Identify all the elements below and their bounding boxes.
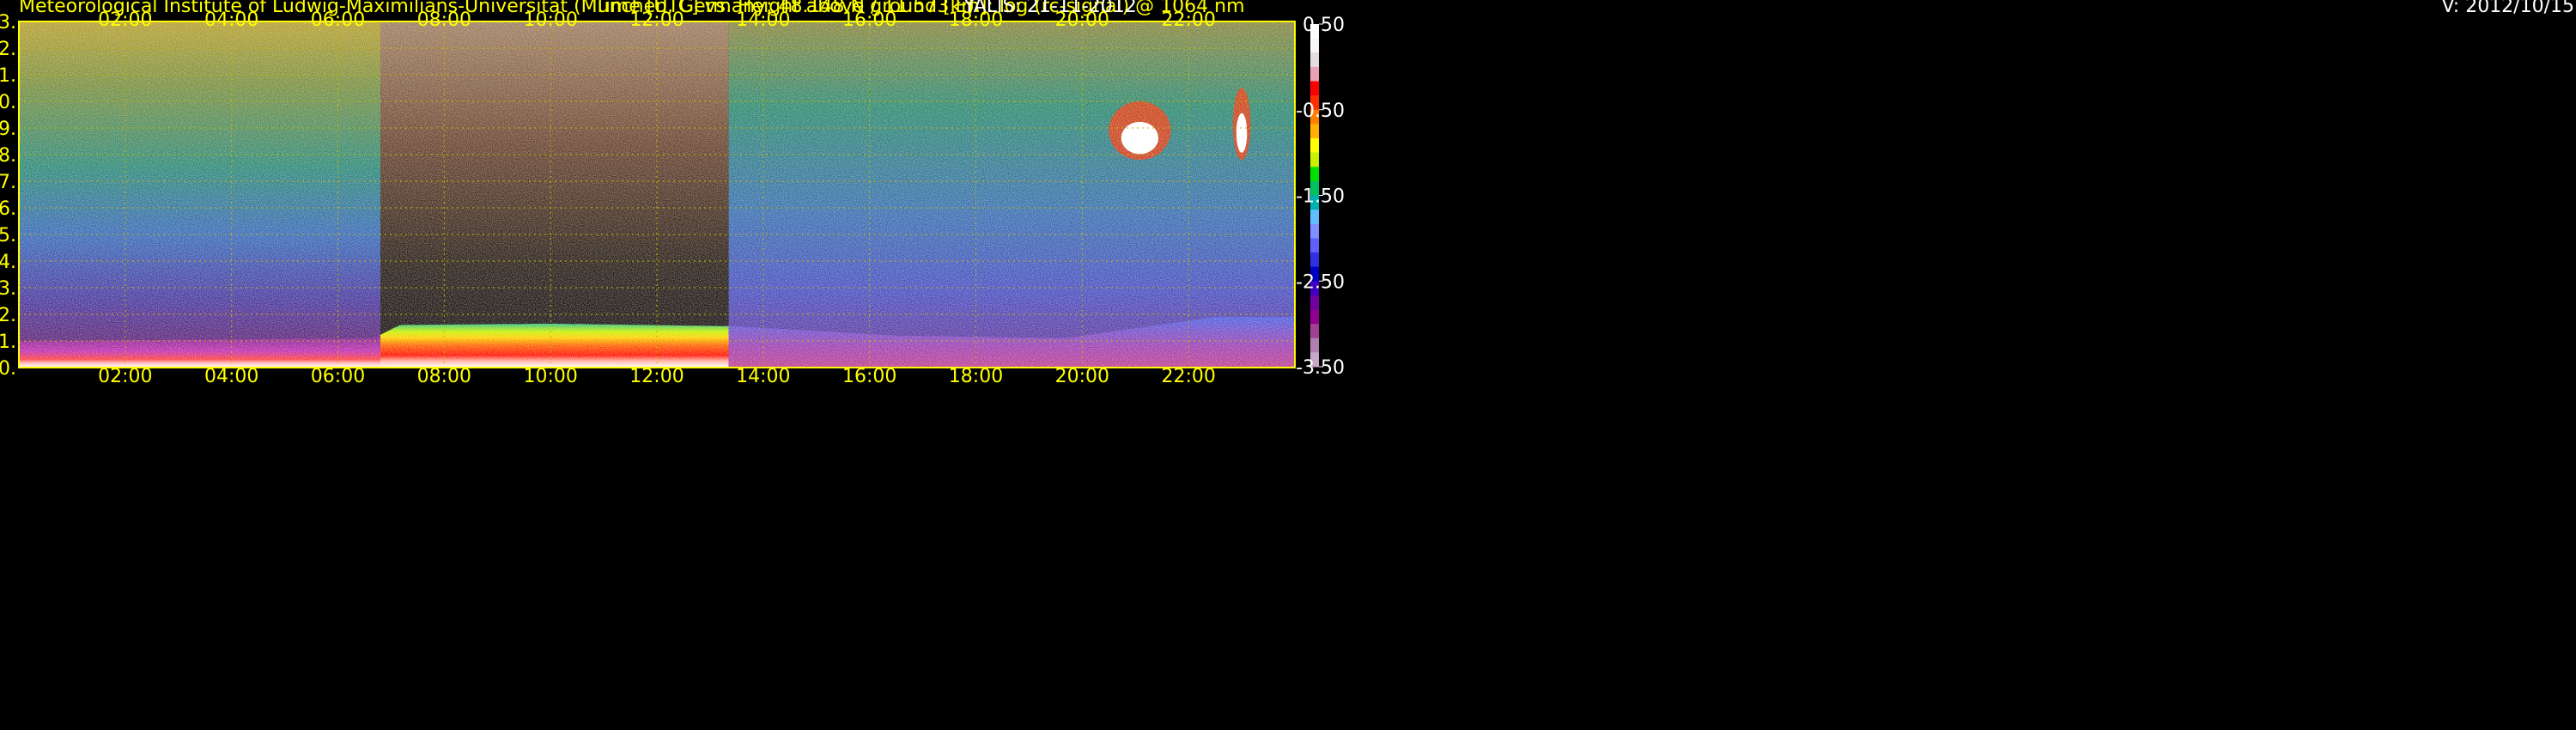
y-tick-8: 8.	[0, 145, 16, 167]
x-tick-top-5: 12:00	[629, 9, 683, 31]
colorbar-swatch-7	[1310, 124, 1319, 139]
y-tick-labels: 0. 1. 2. 3. 4. 5. 6. 7. 8. 9. 10. 11. 12. 13.	[0, 12, 16, 380]
x-tick-bottom-10: 22:00	[1161, 366, 1215, 387]
colorbar-tick-1: -0.50	[1296, 100, 1345, 122]
colorbar-tick-3: -2.50	[1296, 271, 1345, 293]
colorbar-swatch-9	[1310, 152, 1319, 167]
x-tick-top-4: 10:00	[523, 9, 577, 31]
colorbar-swatch-20	[1310, 309, 1319, 325]
colorbar-swatch-4	[1310, 81, 1319, 96]
colorbar-swatch-21	[1310, 324, 1319, 339]
y-tick-3: 3.	[0, 278, 16, 300]
x-tick-bottom-3: 08:00	[417, 366, 471, 387]
plot-description: Time [UTC] vs. Height above ground [km]:…	[593, 0, 1245, 17]
colorbar-swatch-13	[1310, 210, 1319, 225]
y-tick-2: 2.	[0, 305, 16, 326]
colorbar-swatch-19	[1310, 295, 1319, 310]
x-tick-bottom-9: 20:00	[1055, 366, 1109, 387]
y-tick-9: 9.	[0, 119, 16, 140]
y-tick-1: 1.	[0, 332, 16, 353]
x-tick-top-8: 18:00	[949, 9, 1003, 31]
x-tick-bottom-1: 04:00	[204, 366, 258, 387]
y-tick-0: 0.	[0, 358, 16, 380]
colorbar-swatch-3	[1310, 66, 1319, 82]
x-tick-labels-bottom: 02:00 04:00 06:00 08:00 10:00 12:00 14:00 16:00…	[98, 366, 1216, 387]
x-tick-bottom-2: 06:00	[311, 366, 365, 387]
y-tick-13: 13.	[0, 12, 16, 33]
colorbar-swatch-16	[1310, 252, 1319, 268]
x-tick-bottom-0: 02:00	[98, 366, 152, 387]
colorbar-tick-2: -1.50	[1296, 186, 1345, 208]
x-tick-bottom-4: 10:00	[523, 366, 577, 387]
x-tick-bottom-7: 16:00	[842, 366, 896, 387]
colorbar-tick-4: -3.50	[1296, 357, 1345, 379]
x-tick-top-2: 06:00	[311, 9, 365, 31]
x-tick-top-6: 14:00	[736, 9, 790, 31]
y-tick-10: 10.	[0, 92, 16, 113]
version-label: V: 2012/10/15	[2442, 0, 2574, 17]
x-tick-bottom-6: 14:00	[736, 366, 790, 387]
colorbar-swatch-14	[1310, 223, 1319, 239]
colorbar-swatch-8	[1310, 138, 1319, 154]
x-tick-bottom-5: 12:00	[629, 366, 683, 387]
colorbar-swatch-2	[1310, 52, 1319, 68]
y-tick-4: 4.	[0, 252, 16, 273]
lidar-plot: Meteorological Institute of Ludwig-Maxim…	[0, 0, 2574, 387]
colorbar-swatch-22	[1310, 338, 1319, 353]
x-tick-top-1: 04:00	[204, 9, 258, 31]
x-tick-top-0: 02:00	[98, 9, 152, 31]
x-tick-top-3: 08:00	[417, 9, 471, 31]
colorbar-tick-labels: 0.50 -0.50 -1.50 -2.50 -3.50	[1296, 15, 1345, 379]
colorbar-swatch-1	[1310, 38, 1319, 53]
y-tick-7: 7.	[0, 172, 16, 193]
y-tick-11: 11.	[0, 65, 16, 87]
y-tick-6: 6.	[0, 198, 16, 220]
x-tick-top-9: 20:00	[1055, 9, 1109, 31]
colorbar-tick-0: 0.50	[1303, 15, 1345, 36]
x-tick-top-7: 16:00	[842, 9, 896, 31]
y-tick-5: 5.	[0, 225, 16, 246]
colorbar-swatch-15	[1310, 238, 1319, 253]
x-tick-top-10: 22:00	[1161, 9, 1215, 31]
x-tick-bottom-8: 18:00	[949, 366, 1003, 387]
colorbar-swatch-10	[1310, 167, 1319, 182]
y-tick-12: 12.	[0, 39, 16, 60]
